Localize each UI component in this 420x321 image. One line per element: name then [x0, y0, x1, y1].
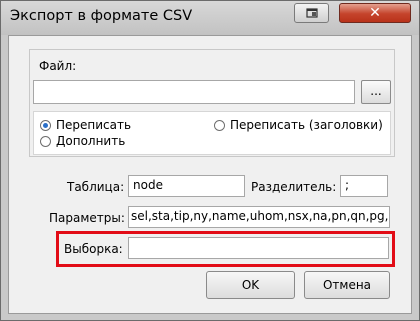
- file-group: Файл: ... Переписать Переписать (заголов…: [29, 49, 395, 157]
- table-input[interactable]: node: [128, 175, 245, 197]
- title-bar[interactable]: Экспорт в формате CSV ✕: [1, 1, 419, 35]
- cancel-button[interactable]: Отмена: [304, 271, 390, 299]
- radio-overwrite-headers-label: Переписать (заголовки): [230, 118, 383, 132]
- radio-append-label: Дополнить: [56, 134, 126, 148]
- radio-overwrite-headers[interactable]: Переписать (заголовки): [214, 118, 383, 132]
- radio-append[interactable]: Дополнить: [40, 134, 125, 148]
- radio-unchecked-icon: [40, 135, 51, 147]
- close-icon: ✕: [369, 5, 381, 21]
- window-title: Экспорт в формате CSV: [10, 8, 193, 24]
- file-path-input[interactable]: [33, 80, 355, 104]
- close-button[interactable]: ✕: [339, 3, 411, 23]
- restore-icon: [306, 8, 318, 18]
- file-group-label: Файл:: [39, 59, 77, 73]
- selection-label: Выборка:: [64, 242, 123, 256]
- radio-unchecked-icon: [214, 119, 225, 131]
- dialog-body: Файл: ... Переписать Переписать (заголов…: [8, 35, 412, 314]
- restore-button[interactable]: [294, 3, 329, 23]
- browse-button[interactable]: ...: [361, 80, 391, 104]
- table-label: Таблица:: [67, 180, 125, 194]
- params-input[interactable]: sel,sta,tip,ny,name,uhom,nsx,na,pn,qn,pg…: [128, 206, 390, 228]
- write-mode-options: Переписать Переписать (заголовки) Дополн…: [33, 111, 391, 155]
- radio-checked-icon: [40, 119, 51, 131]
- ok-button[interactable]: OK: [206, 271, 295, 299]
- params-label: Параметры:: [49, 211, 125, 225]
- radio-overwrite[interactable]: Переписать: [40, 118, 131, 132]
- separator-label: Разделитель:: [251, 180, 337, 194]
- radio-overwrite-label: Переписать: [56, 118, 132, 132]
- export-csv-dialog: Экспорт в формате CSV ✕ Файл: ... Перепи…: [0, 0, 420, 321]
- selection-input[interactable]: [128, 237, 389, 259]
- separator-input[interactable]: ;: [340, 175, 388, 197]
